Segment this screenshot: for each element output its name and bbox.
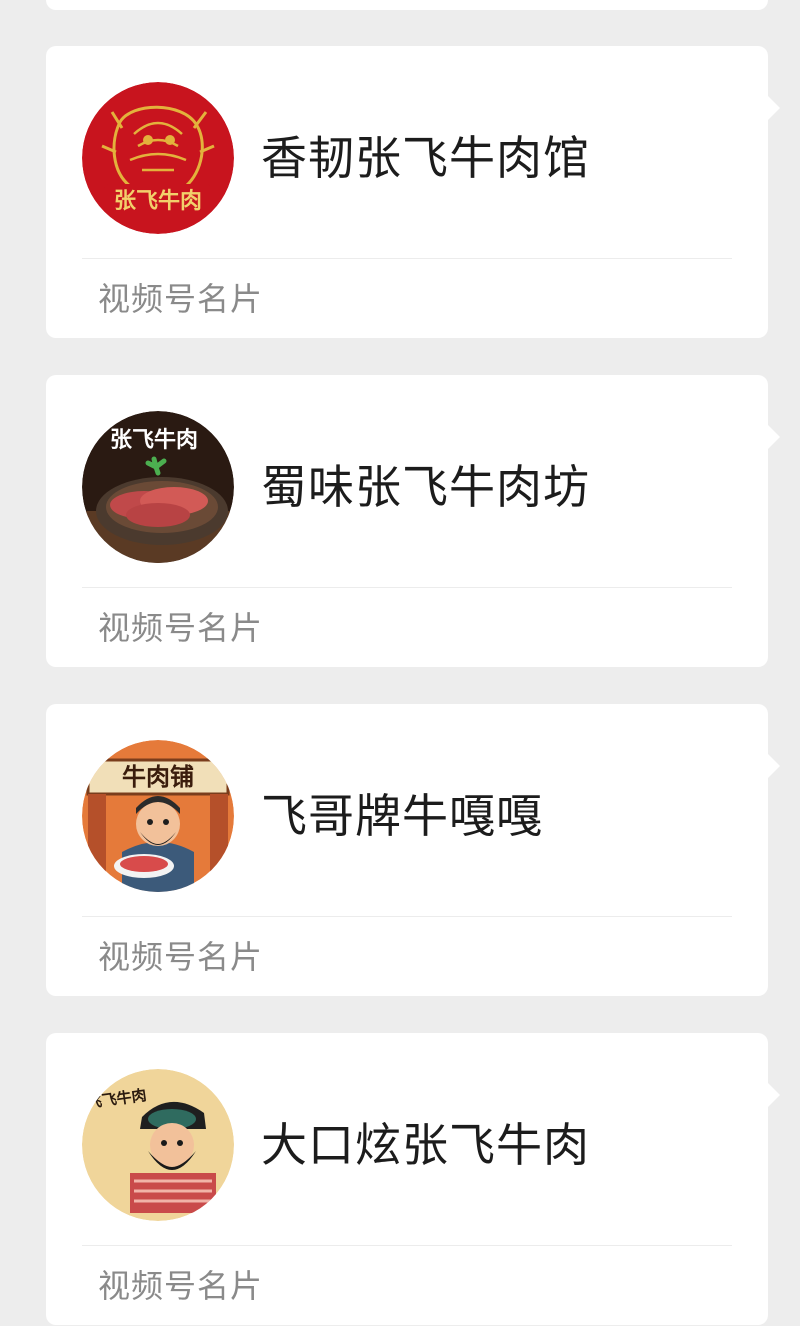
beef-shop-cartoon-logo-icon: 牛肉铺 bbox=[82, 740, 234, 892]
channel-name: 香韧张飞牛肉馆 bbox=[261, 131, 590, 185]
channel-card-label: 视频号名片 bbox=[98, 1267, 264, 1305]
divider bbox=[82, 587, 732, 588]
avatar-text: 张飞牛肉 bbox=[110, 427, 198, 453]
channel-card-label: 视频号名片 bbox=[98, 609, 264, 647]
channel-name: 蜀味张飞牛肉坊 bbox=[261, 460, 590, 514]
avatar-text: 牛肉铺 bbox=[122, 763, 194, 791]
sliced-beef-plate-photo-icon: 张飞牛肉 bbox=[82, 411, 234, 563]
zhangfei-cartoon-logo-icon: 张飞飞牛肉 bbox=[82, 1069, 234, 1221]
channel-card[interactable]: 张飞牛肉 香韧张飞牛肉馆 视频号名片 bbox=[46, 46, 780, 338]
previous-card-edge bbox=[46, 0, 768, 10]
channel-card[interactable]: 牛肉铺 飞哥牌牛嘎嘎 视频号名片 bbox=[46, 704, 780, 996]
channel-card[interactable]: 张飞牛肉 蜀味张飞牛肉坊 视频号名片 bbox=[46, 375, 780, 667]
divider bbox=[82, 1245, 732, 1246]
channel-name: 大口炫张飞牛肉 bbox=[261, 1118, 590, 1172]
channel-name: 飞哥牌牛嘎嘎 bbox=[261, 789, 543, 843]
channel-card-label: 视频号名片 bbox=[98, 280, 264, 318]
divider bbox=[82, 258, 732, 259]
channel-card[interactable]: 张飞飞牛肉 大口炫张飞牛肉 视频号名片 bbox=[46, 1033, 780, 1325]
avatar-text: 张飞牛肉 bbox=[114, 188, 202, 214]
channel-card-label: 视频号名片 bbox=[98, 938, 264, 976]
divider bbox=[82, 916, 732, 917]
zhangfei-golden-seal-logo-icon: 张飞牛肉 bbox=[82, 82, 234, 234]
